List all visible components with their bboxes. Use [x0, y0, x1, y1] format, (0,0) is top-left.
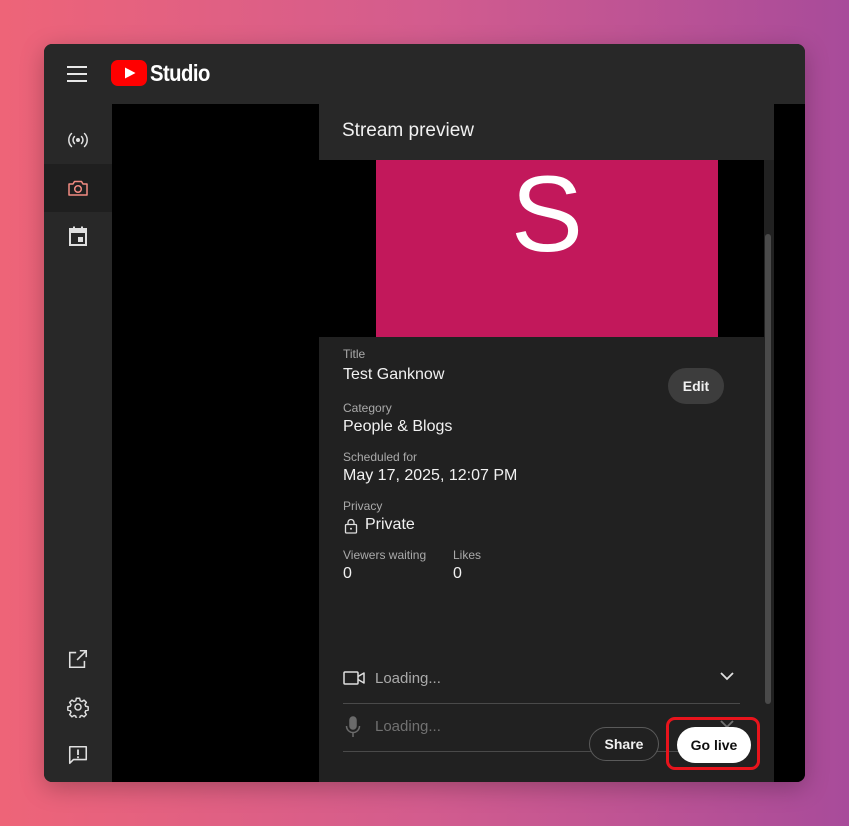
lock-icon — [344, 518, 358, 534]
title-label: Title — [343, 347, 366, 361]
title-value: Test Ganknow — [343, 366, 445, 383]
feedback-icon — [68, 745, 88, 765]
scheduled-label: Scheduled for — [343, 450, 418, 464]
live-broadcast-icon — [68, 132, 88, 148]
panel-header: Stream preview — [319, 104, 774, 160]
likes-value: 0 — [453, 565, 462, 582]
logo-text: Studio — [150, 59, 210, 86]
external-link-icon — [68, 649, 88, 669]
edit-button[interactable]: Edit — [668, 368, 724, 404]
privacy-value: Private — [365, 516, 415, 533]
panel-title: Stream preview — [342, 120, 474, 141]
camera-status: Loading... — [375, 670, 441, 687]
likes-label: Likes — [453, 548, 482, 562]
privacy-label: Privacy — [343, 499, 383, 513]
go-live-button[interactable]: Go live — [677, 727, 751, 763]
category-value: People & Blogs — [343, 418, 453, 435]
camera-icon — [68, 180, 88, 196]
video-camera-icon — [343, 671, 365, 685]
share-button[interactable]: Share — [589, 727, 659, 761]
stream-thumbnail: S — [376, 160, 718, 337]
chevron-down-icon — [720, 672, 734, 681]
microphone-icon — [345, 716, 361, 737]
hamburger-menu-icon[interactable] — [66, 63, 88, 85]
stream-preview-panel: Stream preview S Title Test Ganknow Edit… — [319, 104, 774, 782]
top-bar: Studio — [44, 44, 805, 104]
sidebar-item-stream[interactable] — [44, 116, 112, 164]
sidebar-item-webcam[interactable] — [44, 164, 112, 212]
thumbnail-letter: S — [510, 160, 584, 274]
right-strip — [776, 104, 805, 782]
sidebar-item-manage[interactable] — [44, 212, 112, 260]
youtube-studio-logo[interactable]: Studio — [111, 58, 218, 88]
youtube-play-icon — [111, 60, 147, 86]
calendar-icon — [69, 226, 87, 246]
category-label: Category — [343, 401, 392, 415]
viewers-waiting-value: 0 — [343, 565, 352, 582]
viewers-waiting-label: Viewers waiting — [343, 548, 427, 562]
gear-icon — [67, 697, 89, 718]
scheduled-value: May 17, 2025, 12:07 PM — [343, 467, 518, 484]
sidebar-item-settings[interactable] — [44, 683, 112, 731]
panel-scrollbar[interactable] — [765, 234, 771, 704]
microphone-status: Loading... — [375, 718, 441, 735]
sidebar — [44, 104, 112, 782]
sidebar-item-feedback[interactable] — [44, 731, 112, 779]
camera-select[interactable]: Loading... — [343, 655, 740, 704]
sidebar-item-open-external[interactable] — [44, 635, 112, 683]
studio-window: Studio Stream preview S Title Test Gankn… — [44, 44, 805, 782]
